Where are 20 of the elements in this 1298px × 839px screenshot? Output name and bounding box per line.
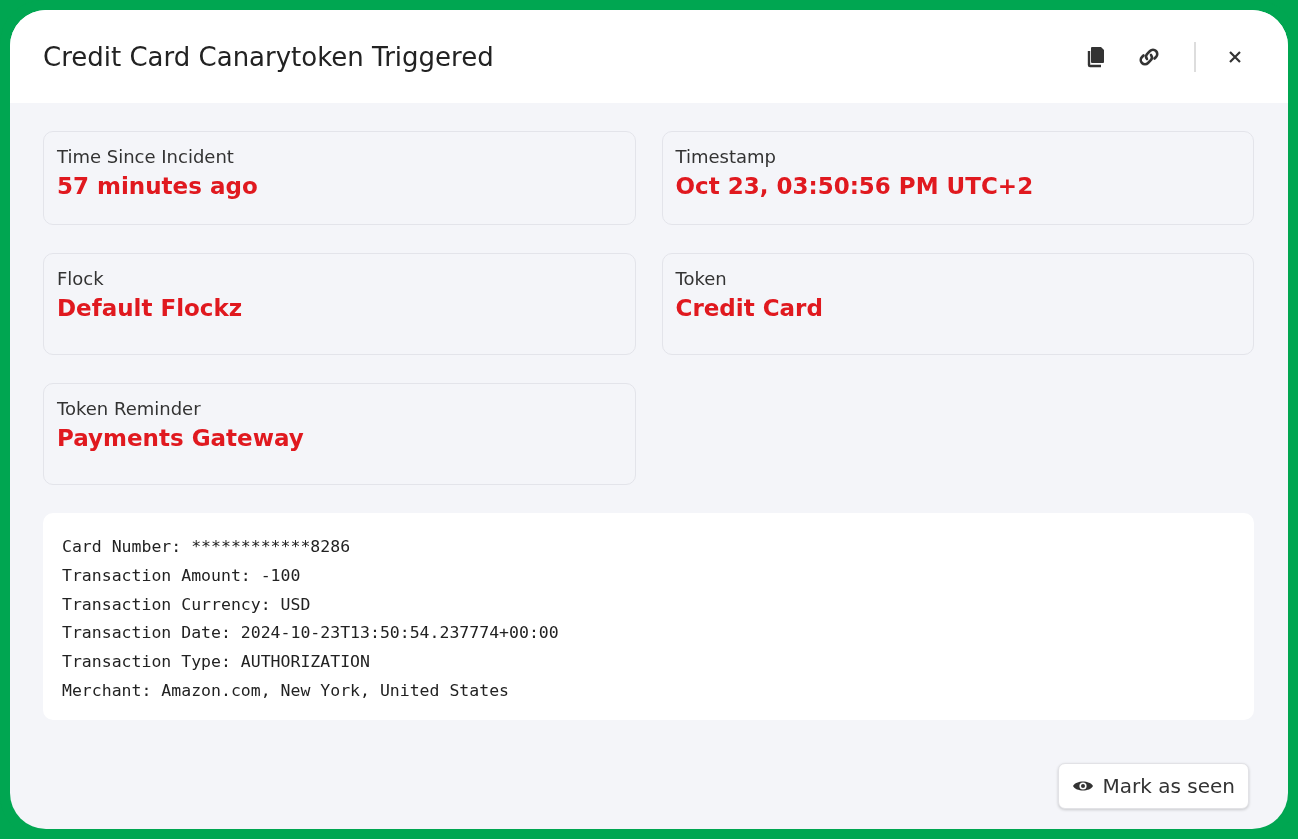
field-label: Timestamp: [675, 146, 777, 167]
dialog-title: Credit Card Canarytoken Triggered: [43, 41, 494, 72]
copy-icon: [1086, 45, 1106, 68]
mark-as-seen-button[interactable]: Mark as seen: [1057, 762, 1249, 809]
detail-line: Transaction Type: AUTHORIZATION: [62, 651, 371, 674]
field-value: Default Flockz: [57, 295, 244, 321]
detail-line: Transaction Date: 2024-10-23T13:50:54.237774+00:00: [62, 622, 560, 645]
detail-line: Transaction Amount: -100: [62, 564, 302, 587]
field-label: Token Reminder: [57, 398, 202, 419]
field-value: Payments Gateway: [57, 425, 305, 451]
close-icon: [1228, 49, 1242, 64]
field-label: Token: [675, 268, 728, 289]
field-label: Flock: [57, 268, 105, 289]
field-value: Credit Card: [675, 295, 824, 321]
field-label: Time Since Incident: [57, 146, 235, 167]
field-value: Oct 23, 03:50:56 PM UTC+2: [675, 173, 1035, 199]
detail-line: Merchant: Amazon.com, New York, United States: [62, 680, 511, 702]
detail-line: Card Number: ************8286: [62, 536, 352, 558]
detail-line: Transaction Currency: USD: [62, 593, 312, 616]
field-value: 57 minutes ago: [57, 173, 259, 199]
